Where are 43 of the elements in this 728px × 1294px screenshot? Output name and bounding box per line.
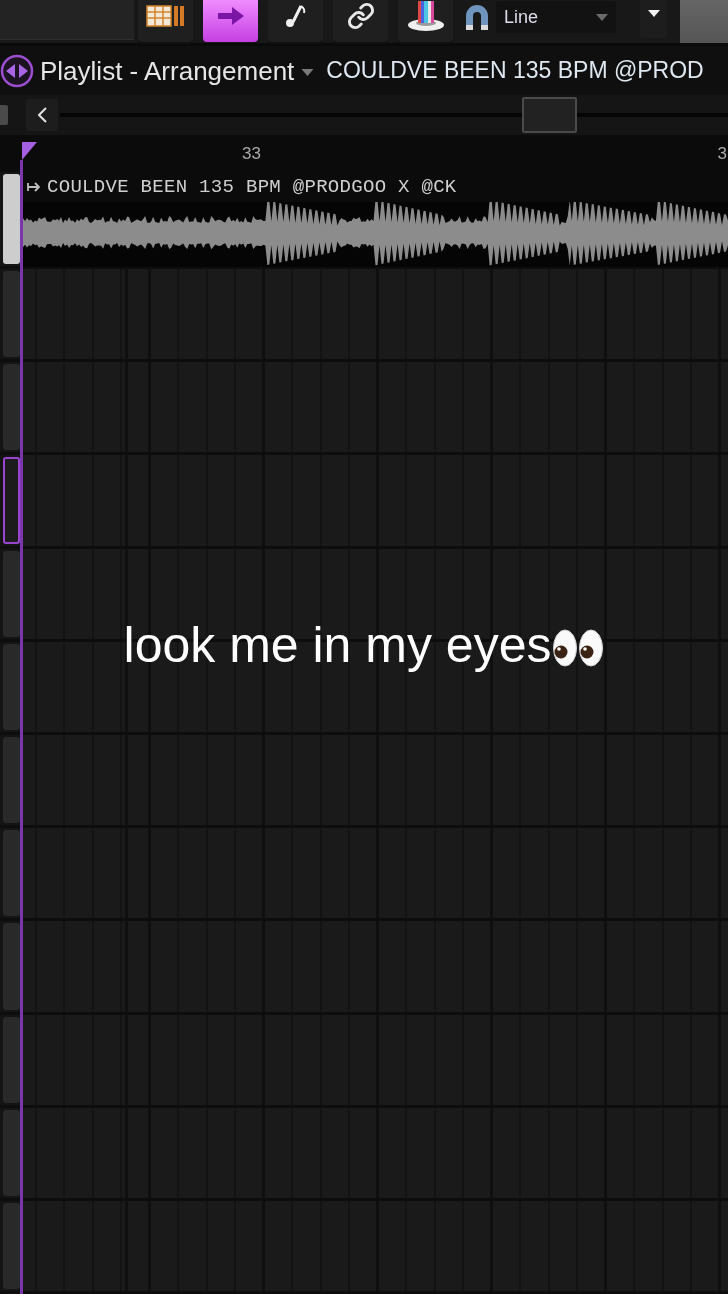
speaker-circle-icon[interactable] (0, 53, 34, 88)
scroll-left-button[interactable] (26, 99, 58, 131)
playhead-marker-icon[interactable] (22, 142, 37, 160)
track-header[interactable] (3, 1016, 20, 1103)
clip-name: COULDVE BEEN 135 BPM @PRODGOO X @CK (47, 177, 457, 197)
track-header[interactable] (3, 271, 20, 358)
toolbar-panel (680, 0, 728, 43)
arrow-bar-icon (27, 181, 41, 193)
caret-icon (596, 13, 608, 21)
track-header[interactable] (3, 643, 20, 730)
track-header[interactable] (3, 1202, 20, 1290)
window-title: Playlist - Arrangement (40, 57, 295, 84)
tool-button[interactable] (333, 0, 388, 42)
side-button[interactable] (0, 105, 8, 125)
track-header[interactable] (3, 1109, 20, 1196)
menu-button[interactable] (640, 0, 667, 38)
snap-dropdown[interactable]: Line (496, 1, 616, 33)
eyes-icon (552, 628, 605, 668)
track-header[interactable] (3, 923, 20, 1010)
track-header[interactable] (3, 364, 20, 451)
tool-button[interactable] (268, 0, 323, 42)
tool-button[interactable] (398, 0, 453, 42)
magnet-icon[interactable] (463, 3, 491, 33)
tool-button[interactable] (138, 0, 193, 42)
stamp-icon (405, 1, 446, 31)
arrow-right-icon (215, 5, 246, 27)
note-icon (283, 4, 308, 28)
track-header[interactable] (3, 830, 20, 917)
bar-number: 33 (242, 145, 261, 162)
chevron-left-icon (37, 107, 47, 123)
caret-icon (647, 9, 660, 17)
track-header[interactable] (3, 736, 20, 824)
track-header[interactable] (3, 457, 20, 544)
horizontal-scrollbar[interactable] (60, 97, 728, 133)
grid-icon (145, 5, 186, 27)
pattern-name[interactable]: COULDVE BEEN 135 BPM @PROD (326, 59, 704, 82)
bar-number: 3 (717, 145, 727, 162)
caption-text: look me in my eyes (123, 617, 552, 673)
track-header[interactable] (3, 174, 20, 264)
audio-clip[interactable]: COULDVE BEEN 135 BPM @PRODGOO X @CK (21, 172, 728, 269)
caret-icon (301, 69, 315, 76)
track-header[interactable] (3, 550, 20, 637)
scroll-thumb[interactable] (522, 97, 577, 133)
